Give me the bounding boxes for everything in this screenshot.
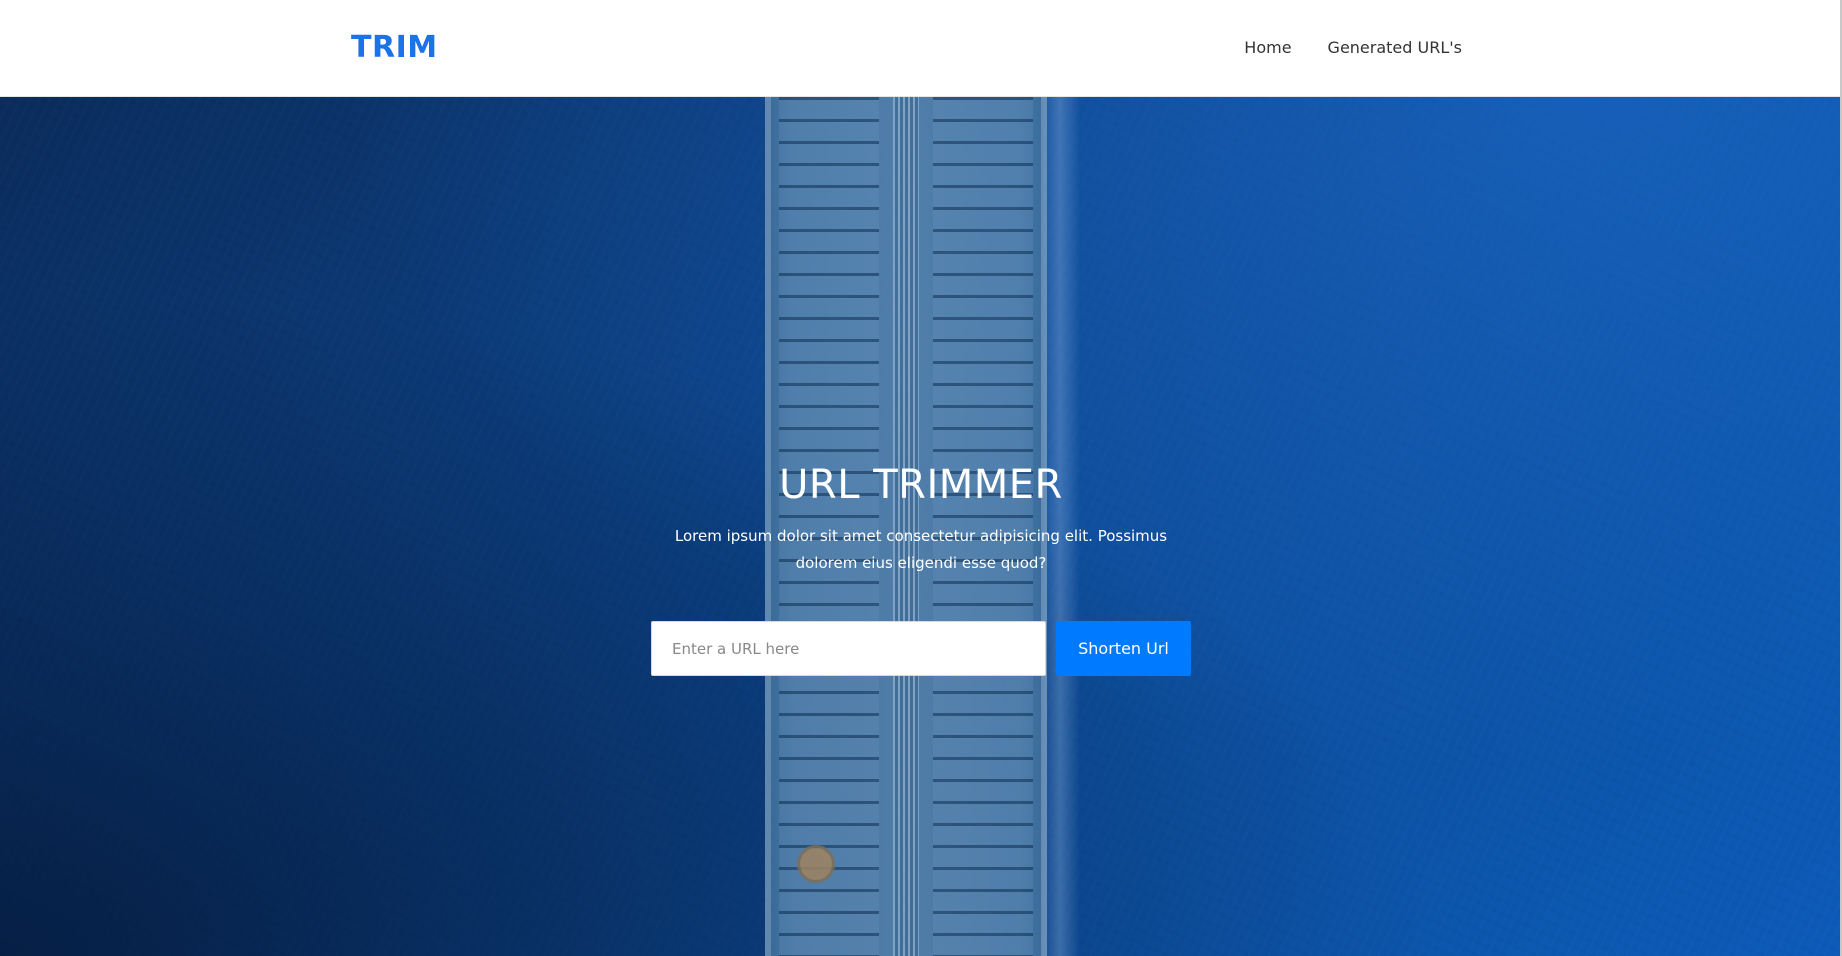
ship-helipad — [797, 845, 835, 883]
url-input[interactable] — [651, 621, 1046, 676]
nav-link-home[interactable]: Home — [1244, 36, 1291, 60]
shorten-url-button[interactable]: Shorten Url — [1056, 621, 1191, 676]
hero-title: URL TRIMMER — [779, 462, 1063, 508]
url-form: Shorten Url — [651, 621, 1191, 676]
page: TRIM Home Generated URL's URL TRIMMER Lo… — [0, 0, 1842, 956]
navbar: TRIM Home Generated URL's — [0, 0, 1842, 97]
nav-links: Home Generated URL's — [1244, 36, 1462, 60]
hero-section: URL TRIMMER Lorem ipsum dolor sit amet c… — [0, 97, 1842, 956]
brand-logo[interactable]: TRIM — [351, 28, 438, 68]
hero-subtitle: Lorem ipsum dolor sit amet consectetur a… — [674, 527, 1168, 572]
nav-link-generated-urls[interactable]: Generated URL's — [1328, 36, 1462, 60]
